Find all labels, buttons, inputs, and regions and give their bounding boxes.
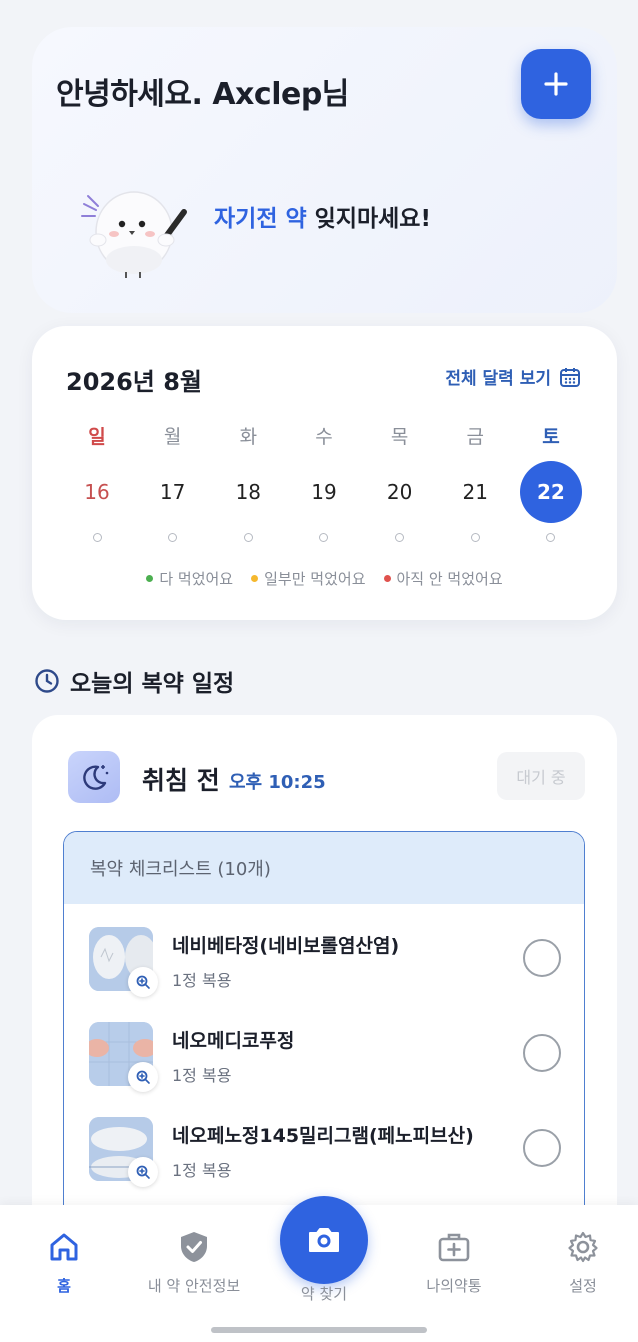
schedule-section-title: 오늘의 복약 일정 [70,671,235,697]
greeting-message-highlight: 자기전 약 [214,206,307,232]
camera-icon [309,1228,339,1252]
legend-dot-yellow [251,575,259,582]
legend-item: 아직 안 먹었어요 [383,568,503,589]
legend-dot-red [383,575,391,582]
home-icon [50,1233,78,1261]
legend-item: 일부만 먹었어요 [251,568,366,589]
nav-item-settings[interactable]: 설정 [523,1227,638,1296]
medication-dose: 1정 복용 [172,1066,232,1085]
slot-title: 취침 전 [142,766,220,795]
calendar-month-title: 2026년 8월 [66,368,203,396]
medication-name: 네오메디코푸정 [172,1030,295,1052]
calendar-day[interactable]: 20 [369,461,431,523]
legend-dot-green [146,575,154,582]
calendar-day[interactable]: 21 [444,461,506,523]
slot-time: 오후 10:25 [229,772,326,793]
list-item[interactable]: 네오페노정145밀리그램(페노피브산) 1정 복용 [64,1117,584,1197]
nav-item-my-pillbox[interactable]: 나의약통 [394,1227,514,1296]
weekday-label: 금 [466,426,485,448]
medication-name: 네오페노정145밀리그램(페노피브산) [172,1125,474,1147]
nav-label: 내 약 안전정보 [147,1277,241,1295]
week-days-row: 16 17 18 19 20 21 22 [66,461,582,523]
calendar-day[interactable]: 19 [293,461,355,523]
weekday-label: 월 [163,426,182,448]
medication-dose: 1정 복용 [172,1161,232,1180]
medication-name: 네비베타정(네비보롤염산염) [172,935,400,957]
view-full-calendar-link[interactable]: 전체 달력 보기 [445,364,581,389]
zoom-icon[interactable] [128,967,158,997]
nav-item-safety-info[interactable]: 내 약 안전정보 [134,1227,254,1296]
day-status-indicator [319,533,329,542]
calendar-card: 2026년 8월 전체 달력 보기 일 월 화 수 목 금 토 16 17 18… [32,326,617,620]
take-checkbox[interactable] [523,1129,561,1167]
day-status-indicator [92,533,102,542]
legend-label: 다 먹었어요 [159,570,234,588]
bird-mascot-icon [81,191,187,278]
greeting-card: 안녕하세요. Axclep님 자기전 약 잊지마세요! [32,27,617,313]
nav-label: 홈 [57,1277,71,1295]
shield-check-icon [181,1232,207,1262]
day-status-indicator [470,533,480,542]
gear-icon [568,1231,598,1263]
moon-icon [68,751,120,803]
nav-label-camera[interactable]: 약 찾기 [264,1283,384,1304]
plus-icon [544,72,568,96]
calendar-icon [560,367,580,387]
calendar-day[interactable]: 17 [142,461,204,523]
schedule-section-header: 오늘의 복약 일정 [34,664,234,698]
nav-item-home[interactable]: 홈 [4,1227,124,1296]
medical-box-icon [438,1233,470,1262]
day-status-indicator [168,533,178,542]
nav-label: 나의약통 [426,1277,482,1295]
zoom-icon[interactable] [128,1157,158,1187]
weekday-label: 목 [390,426,409,448]
zoom-icon[interactable] [128,1062,158,1092]
nav-label: 설정 [569,1277,597,1295]
status-badge: 대기 중 [497,752,585,800]
greeting-message: 자기전 약 잊지마세요! [214,199,431,233]
clock-icon [35,669,59,693]
calendar-day[interactable]: 18 [217,461,279,523]
calendar-day-selected[interactable]: 22 [519,461,582,523]
list-item[interactable]: 네오메디코푸정 1정 복용 [64,1022,584,1102]
take-checkbox[interactable] [523,1034,561,1072]
checklist-header: 복약 체크리스트 (10개) [64,832,584,904]
weekday-label: 화 [239,426,258,448]
calendar-day[interactable]: 16 [66,461,128,523]
weekday-label: 일 [88,426,106,448]
weekday-label: 수 [315,426,333,448]
greeting-message-rest: 잊지마세요! [306,206,431,232]
take-checkbox[interactable] [523,939,561,977]
day-status-indicator [395,533,405,542]
legend-label: 일부만 먹었어요 [264,570,366,588]
greeting-title: 안녕하세요. Axclep님 [56,77,349,112]
legend-label: 아직 안 먹었어요 [396,570,503,588]
list-item[interactable]: 네비베타정(네비보롤염산염) 1정 복용 [64,927,584,1007]
view-full-calendar-label: 전체 달력 보기 [445,369,551,389]
status-legend: 다 먹었어요 일부만 먹었어요 아직 안 먹었어요 [32,568,617,589]
home-indicator [211,1327,427,1333]
find-medicine-camera-button[interactable] [280,1196,368,1284]
day-status-indicator [546,533,556,542]
add-medication-button[interactable] [521,49,591,119]
weekday-label: 토 [542,426,560,448]
weekday-header: 일 월 화 수 목 금 토 [66,422,582,449]
medication-dose: 1정 복용 [172,971,232,990]
day-status-indicator [243,533,253,542]
legend-item: 다 먹었어요 [146,568,233,589]
day-status-row [66,533,582,542]
